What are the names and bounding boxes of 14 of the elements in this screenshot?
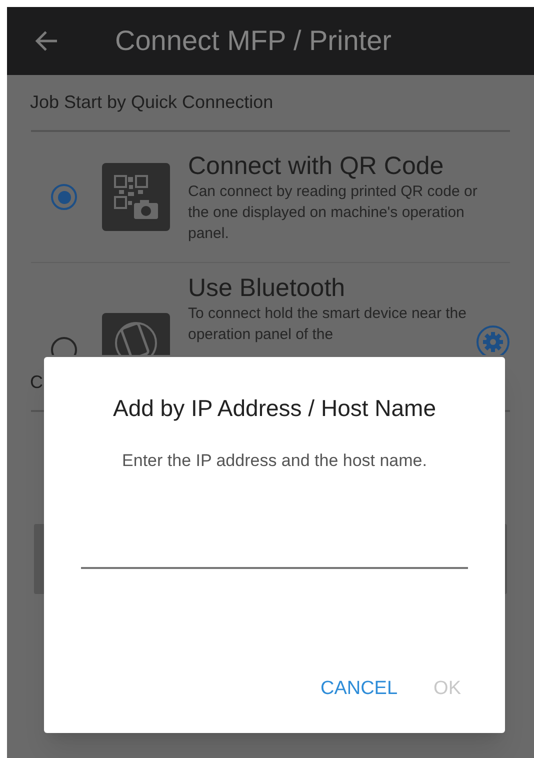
- radio-button[interactable]: [51, 184, 77, 210]
- option-title: Use Bluetooth: [188, 273, 346, 303]
- section-heading: Job Start by Quick Connection: [30, 91, 274, 114]
- back-arrow-icon: [35, 30, 59, 52]
- dialog-title: Add by IP Address / Host Name: [112, 394, 437, 423]
- dialog-button[interactable]: CANCEL: [316, 668, 402, 709]
- dialog-message: Enter the IP address and the host name.: [121, 450, 428, 472]
- option-description: To connect hold the smart device near the operation panel of the: [188, 304, 468, 345]
- screen-title: Connect MFP / Printer: [115, 24, 392, 58]
- section-heading: C: [30, 371, 43, 394]
- option-title: Connect with QR Code: [188, 150, 445, 180]
- connection-option[interactable]: Connect with QR Code Can connect by reading printed QR code or the one displayed on machine's operation panel.: [31, 132, 510, 262]
- qr-camera-icon: [102, 163, 170, 231]
- option-description: Can connect by reading printed QR code or the one displayed on machine's operation panel.: [188, 182, 478, 244]
